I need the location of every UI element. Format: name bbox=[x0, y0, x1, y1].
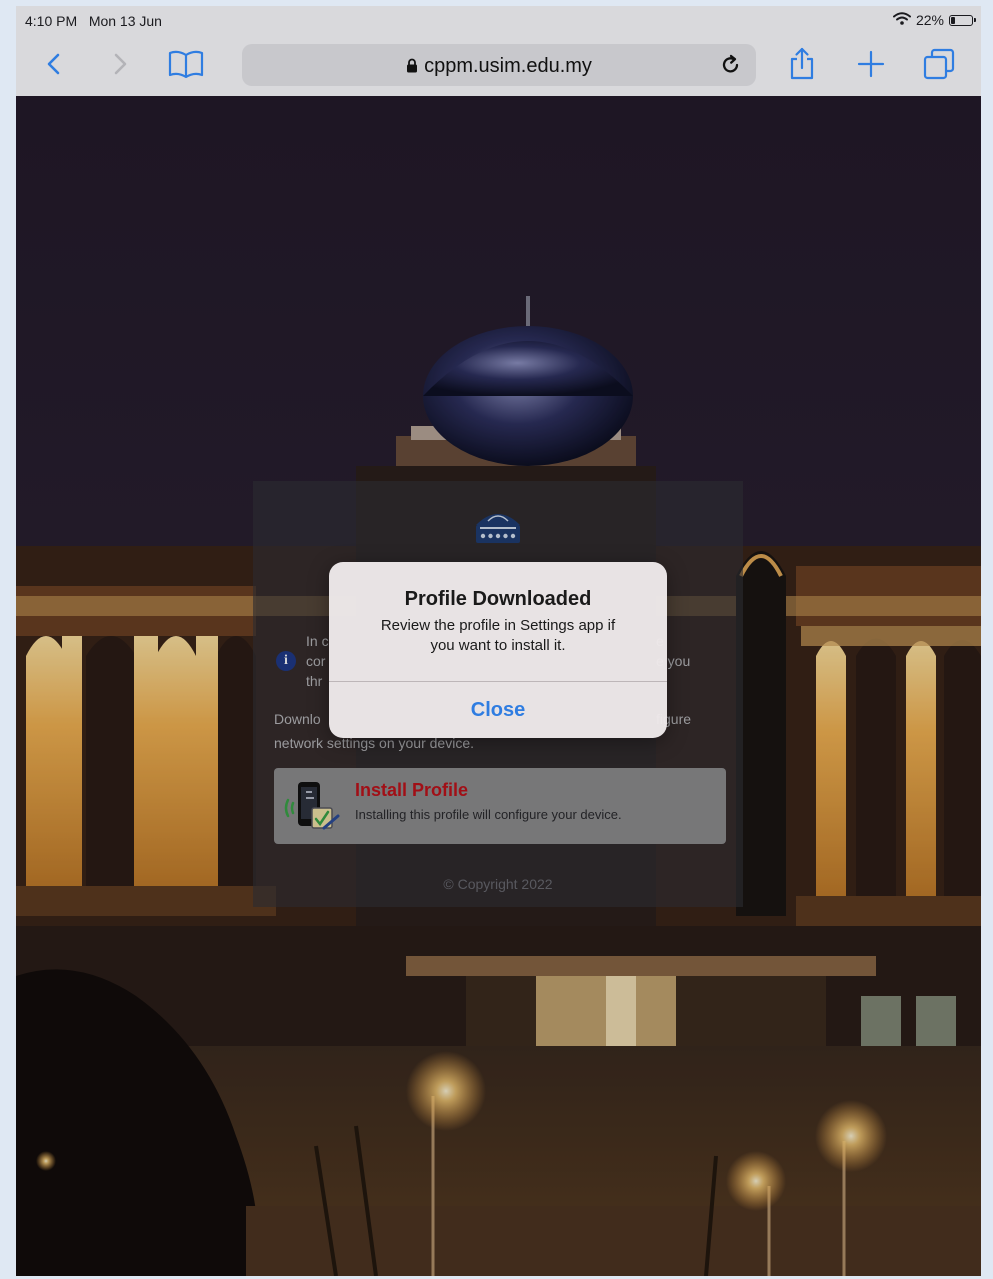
profile-downloaded-alert: Profile Downloaded Review the profile in… bbox=[329, 562, 667, 738]
web-content: i In c cor thr e e you Downlo figure net… bbox=[16, 96, 981, 1276]
share-icon bbox=[790, 47, 814, 80]
alert-title: Profile Downloaded bbox=[404, 588, 592, 610]
wifi-icon bbox=[892, 12, 911, 28]
chevron-left-icon bbox=[47, 53, 60, 75]
status-clock: 4:10 PM bbox=[25, 13, 78, 29]
bookmarks-button[interactable] bbox=[164, 42, 208, 86]
address-bar[interactable]: cppm.usim.edu.my bbox=[242, 44, 756, 86]
status-indicators: 22% bbox=[892, 12, 976, 28]
status-bar: 4:10 PM Mon 13 Jun 22% bbox=[16, 6, 981, 34]
ipad-screen: 4:10 PM Mon 13 Jun 22% cppm.usim.edu.my … bbox=[16, 6, 981, 1276]
status-date: Mon 13 Jun bbox=[88, 13, 162, 29]
share-button[interactable] bbox=[780, 42, 824, 86]
close-button[interactable]: Close bbox=[329, 682, 667, 738]
safari-toolbar: cppm.usim.edu.my bbox=[16, 34, 981, 97]
address-url: cppm.usim.edu.my bbox=[242, 55, 756, 79]
book-icon bbox=[168, 50, 204, 79]
new-tab-button[interactable] bbox=[849, 42, 893, 86]
status-time: 4:10 PM Mon 13 Jun bbox=[25, 13, 162, 29]
plus-icon bbox=[857, 50, 885, 78]
battery-icon bbox=[949, 14, 976, 26]
back-button[interactable] bbox=[32, 42, 76, 86]
tabs-icon bbox=[923, 48, 955, 80]
reload-icon bbox=[722, 54, 739, 73]
reload-button[interactable] bbox=[714, 49, 748, 81]
url-text: cppm.usim.edu.my bbox=[424, 55, 592, 77]
forward-button[interactable] bbox=[98, 42, 142, 86]
lock-icon bbox=[406, 56, 418, 79]
battery-percent: 22% bbox=[915, 12, 944, 28]
tabs-button[interactable] bbox=[917, 42, 961, 86]
chevron-right-icon bbox=[114, 53, 127, 75]
alert-message-line: you want to install it. bbox=[430, 637, 566, 654]
battery-level bbox=[951, 16, 956, 24]
alert-message-line: Review the profile in Settings app if bbox=[380, 617, 616, 634]
